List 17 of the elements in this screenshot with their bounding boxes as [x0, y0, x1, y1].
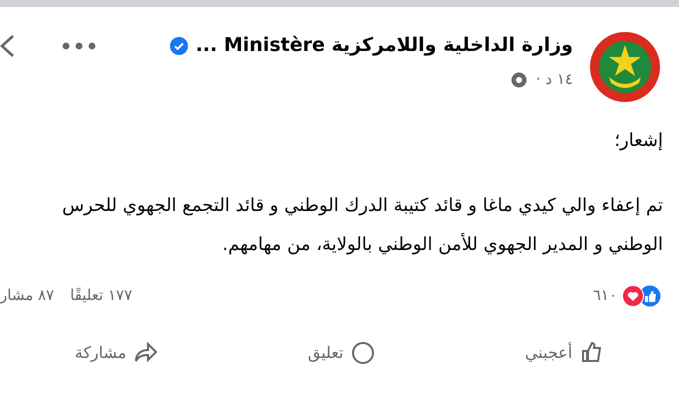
post-text: تم إعفاء والي كيدي ماغا و قائد كتيبة الدرك الوطني و قائد التجمع الجهوي للحرس الوطني و المدير الجهوي للأمن الوطني بالولاية، من مهامهم.: [61, 194, 663, 257]
more-icon: [62, 42, 96, 50]
settings-icon: [510, 71, 528, 90]
reaction-count[interactable]: ٦١٠: [592, 284, 617, 307]
post-text: إشعار؛: [613, 129, 663, 153]
page-name[interactable]: وزارة الداخلية واللامركزية Ministère ...: [196, 31, 573, 60]
like-button[interactable]: أعجبني: [524, 340, 604, 365]
close-icon: [0, 34, 14, 58]
emblem-icon: [589, 31, 661, 103]
comment-icon: [351, 340, 376, 365]
comment-button[interactable]: تعليق: [308, 340, 376, 365]
post-time[interactable]: ١٤ د ·: [536, 68, 573, 91]
reaction-icons[interactable]: [621, 284, 661, 307]
comment-count[interactable]: ١٧٧ تعليقًا: [70, 284, 132, 307]
close-button[interactable]: [0, 32, 14, 58]
share-icon: [134, 340, 158, 365]
share-button[interactable]: مشاركة: [74, 340, 158, 365]
